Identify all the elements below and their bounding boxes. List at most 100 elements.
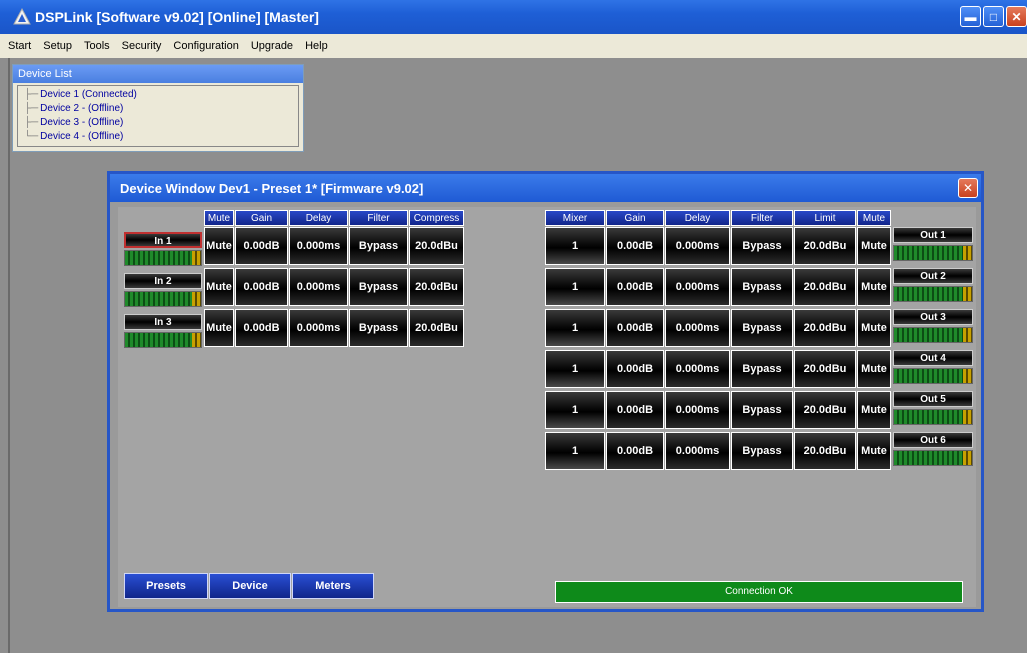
output-limit-button[interactable]: 20.0dBu — [794, 309, 856, 347]
output-limit-button[interactable]: 20.0dBu — [794, 432, 856, 470]
output-limit-button[interactable]: 20.0dBu — [794, 391, 856, 429]
header-output-mixer: Mixer — [545, 210, 605, 226]
input-gain-button[interactable]: 0.00dB — [235, 268, 288, 306]
device-item-4[interactable]: └─ Device 4 - (Offline) — [18, 130, 298, 144]
menu-help[interactable]: Help — [305, 40, 328, 52]
output-mixer-button[interactable]: 1 — [545, 227, 605, 265]
output-filter-button[interactable]: Bypass — [731, 227, 793, 265]
input-label[interactable]: In 1 — [124, 232, 202, 248]
input-gain-button[interactable]: 0.00dB — [235, 227, 288, 265]
output-mixer-button[interactable]: 1 — [545, 432, 605, 470]
minimize-icon[interactable]: ▬ — [960, 6, 981, 27]
input-channel-2[interactable]: In 2 — [124, 273, 204, 311]
header-input-gain: Gain — [235, 210, 288, 226]
close-icon[interactable]: ✕ — [958, 178, 978, 198]
input-filter-button[interactable]: Bypass — [349, 227, 408, 265]
output-delay-button[interactable]: 0.000ms — [665, 268, 730, 306]
output-label[interactable]: Out 4 — [893, 350, 973, 366]
input-level-meter — [124, 291, 202, 307]
output-channel-5[interactable]: Out 5 — [893, 391, 973, 429]
menu-configuration[interactable]: Configuration — [173, 40, 238, 52]
device-item-2[interactable]: ├─ Device 2 - (Offline) — [18, 102, 298, 116]
device-item-1[interactable]: ├─ Device 1 (Connected) — [18, 88, 298, 102]
input-filter-button[interactable]: Bypass — [349, 268, 408, 306]
output-label[interactable]: Out 2 — [893, 268, 973, 284]
output-delay-button[interactable]: 0.000ms — [665, 309, 730, 347]
output-limit-button[interactable]: 20.0dBu — [794, 268, 856, 306]
output-mixer-button[interactable]: 1 — [545, 309, 605, 347]
input-channel-1[interactable]: In 1 — [124, 232, 204, 270]
window-controls: ▬ □ ✕ — [960, 6, 1027, 27]
input-gain-button[interactable]: 0.00dB — [235, 309, 288, 347]
output-limit-button[interactable]: 20.0dBu — [794, 350, 856, 388]
output-level-meter — [893, 450, 973, 466]
output-mixer-button[interactable]: 1 — [545, 391, 605, 429]
output-gain-button[interactable]: 0.00dB — [606, 350, 664, 388]
input-filter-button[interactable]: Bypass — [349, 309, 408, 347]
input-channel-3[interactable]: In 3 — [124, 314, 204, 352]
input-compress-button[interactable]: 20.0dBu — [409, 268, 464, 306]
device-item-3[interactable]: ├─ Device 3 - (Offline) — [18, 116, 298, 130]
output-level-meter — [893, 327, 973, 343]
output-filter-button[interactable]: Bypass — [731, 391, 793, 429]
input-compress-button[interactable]: 20.0dBu — [409, 227, 464, 265]
output-mixer-button[interactable]: 1 — [545, 268, 605, 306]
output-gain-button[interactable]: 0.00dB — [606, 227, 664, 265]
output-level-meter — [893, 368, 973, 384]
device-content: Mute Gain Delay Filter Compress Mixer Ga… — [118, 207, 976, 607]
menu-tools[interactable]: Tools — [84, 40, 110, 52]
output-mute-button[interactable]: Mute — [857, 309, 891, 347]
output-filter-button[interactable]: Bypass — [731, 350, 793, 388]
output-delay-button[interactable]: 0.000ms — [665, 350, 730, 388]
output-gain-button[interactable]: 0.00dB — [606, 391, 664, 429]
input-delay-button[interactable]: 0.000ms — [289, 227, 348, 265]
output-channel-1[interactable]: Out 1 — [893, 227, 973, 265]
output-channel-6[interactable]: Out 6 — [893, 432, 973, 470]
output-filter-button[interactable]: Bypass — [731, 432, 793, 470]
input-mute-button[interactable]: Mute — [204, 309, 234, 347]
input-mute-button[interactable]: Mute — [204, 268, 234, 306]
menu-bar: Start Setup Tools Security Configuration… — [0, 34, 1027, 58]
output-mute-button[interactable]: Mute — [857, 391, 891, 429]
input-level-meter — [124, 250, 202, 266]
tab-device[interactable]: Device — [209, 573, 291, 599]
input-delay-button[interactable]: 0.000ms — [289, 309, 348, 347]
input-level-meter — [124, 332, 202, 348]
menu-upgrade[interactable]: Upgrade — [251, 40, 293, 52]
header-input-compress: Compress — [409, 210, 464, 226]
output-gain-button[interactable]: 0.00dB — [606, 268, 664, 306]
output-label[interactable]: Out 6 — [893, 432, 973, 448]
maximize-icon[interactable]: □ — [983, 6, 1004, 27]
input-delay-button[interactable]: 0.000ms — [289, 268, 348, 306]
output-gain-button[interactable]: 0.00dB — [606, 432, 664, 470]
output-mute-button[interactable]: Mute — [857, 432, 891, 470]
tab-meters[interactable]: Meters — [292, 573, 374, 599]
output-mute-button[interactable]: Mute — [857, 268, 891, 306]
input-mute-button[interactable]: Mute — [204, 227, 234, 265]
output-mute-button[interactable]: Mute — [857, 350, 891, 388]
output-channel-3[interactable]: Out 3 — [893, 309, 973, 347]
output-channel-2[interactable]: Out 2 — [893, 268, 973, 306]
output-filter-button[interactable]: Bypass — [731, 268, 793, 306]
output-gain-button[interactable]: 0.00dB — [606, 309, 664, 347]
output-label[interactable]: Out 5 — [893, 391, 973, 407]
output-channel-4[interactable]: Out 4 — [893, 350, 973, 388]
close-icon[interactable]: ✕ — [1006, 6, 1027, 27]
menu-setup[interactable]: Setup — [43, 40, 72, 52]
output-mixer-button[interactable]: 1 — [545, 350, 605, 388]
output-delay-button[interactable]: 0.000ms — [665, 227, 730, 265]
output-filter-button[interactable]: Bypass — [731, 309, 793, 347]
output-delay-button[interactable]: 0.000ms — [665, 391, 730, 429]
tab-presets[interactable]: Presets — [124, 573, 208, 599]
output-mute-button[interactable]: Mute — [857, 227, 891, 265]
output-label[interactable]: Out 1 — [893, 227, 973, 243]
output-delay-button[interactable]: 0.000ms — [665, 432, 730, 470]
menu-security[interactable]: Security — [122, 40, 162, 52]
input-compress-button[interactable]: 20.0dBu — [409, 309, 464, 347]
header-input-mute: Mute — [204, 210, 234, 226]
menu-start[interactable]: Start — [8, 40, 31, 52]
output-limit-button[interactable]: 20.0dBu — [794, 227, 856, 265]
input-label[interactable]: In 2 — [124, 273, 202, 289]
input-label[interactable]: In 3 — [124, 314, 202, 330]
output-label[interactable]: Out 3 — [893, 309, 973, 325]
